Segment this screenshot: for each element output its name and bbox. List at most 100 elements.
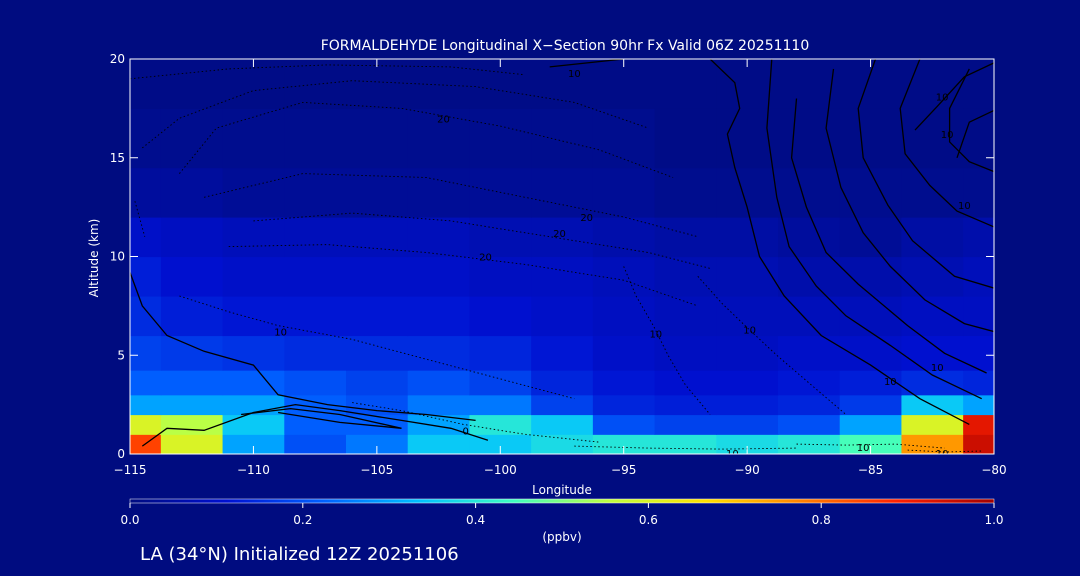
heatmap-cell [346, 335, 409, 371]
x-tick-label: −90 [734, 463, 759, 477]
heatmap-cell [284, 217, 347, 258]
heatmap-cell [346, 108, 409, 169]
contour-label: 10 [958, 201, 971, 212]
contour-label: 10 [649, 330, 662, 341]
x-tick-label: −105 [360, 463, 393, 477]
heatmap-cell [531, 394, 594, 416]
heatmap-cell [284, 434, 347, 454]
x-tick-label: −100 [484, 463, 517, 477]
heatmap-cell [130, 370, 162, 396]
heatmap-cell [716, 256, 779, 297]
contour-label: 10 [884, 377, 897, 388]
y-tick-label: 0 [117, 447, 125, 461]
heatmap-cell [531, 256, 594, 297]
heatmap-cell [592, 335, 656, 371]
contour-label: 20 [437, 114, 450, 125]
heatmap-cell [130, 414, 162, 435]
heatmap-cell [654, 296, 717, 337]
heatmap-cell [130, 256, 162, 297]
heatmap-cell [469, 370, 532, 396]
heatmap-cell [592, 256, 656, 297]
heatmap-cell [901, 296, 964, 337]
heatmap-cell [963, 59, 994, 109]
heatmap-cell [716, 370, 779, 396]
heatmap-cell [778, 394, 841, 416]
heatmap-cell [778, 167, 841, 218]
heatmap-cell [716, 217, 779, 258]
heatmap-cell [407, 256, 471, 297]
heatmap-cell [778, 108, 841, 169]
heatmap-cell [130, 108, 162, 169]
heatmap-cell [469, 394, 532, 416]
heatmap-cell [592, 394, 656, 416]
colorbar-tick-label: 0.8 [812, 513, 831, 527]
heatmap-cell [160, 296, 224, 337]
heatmap-cell [407, 434, 471, 454]
heatmap-cell [284, 414, 347, 435]
heatmap-cell [531, 296, 594, 337]
heatmap-cell [839, 217, 903, 258]
chart-root: FORMALDEHYDE Longitudinal X−Section 90hr… [0, 0, 1080, 576]
heatmap-cell [654, 217, 717, 258]
heatmap-cell [963, 335, 994, 371]
heatmap-cell [469, 414, 532, 435]
contour-label: 10 [274, 328, 287, 339]
colorbar-tick-label: 0.2 [293, 513, 312, 527]
heatmap-cell [592, 370, 656, 396]
y-tick-label: 20 [110, 52, 125, 66]
heatmap-cell [716, 394, 779, 416]
heatmap-cell [531, 59, 594, 109]
heatmap-cell [407, 370, 471, 396]
x-tick-label: −80 [981, 463, 1006, 477]
heatmap-cell [222, 217, 285, 258]
colorbar-unit-label: (ppbv) [542, 530, 581, 544]
heatmap-cell [654, 434, 717, 454]
contour-label: 20 [553, 229, 566, 240]
heatmap-cell [716, 414, 779, 435]
heatmap-cell [160, 394, 224, 416]
heatmap-cell [531, 167, 594, 218]
y-tick-label: 10 [110, 250, 125, 264]
heatmap-cell [284, 335, 347, 371]
heatmap-cell [130, 167, 162, 218]
colorbar-tick-label: 0.0 [120, 513, 139, 527]
heatmap-cell [654, 335, 717, 371]
heatmap-cell [130, 335, 162, 371]
heatmap-cell [160, 108, 224, 169]
heatmap-cell [839, 256, 903, 297]
heatmap-cell [963, 414, 994, 435]
heatmap-cell [284, 256, 347, 297]
heatmap-cell [130, 296, 162, 337]
heatmap-cell [469, 335, 532, 371]
heatmap-cell [222, 256, 285, 297]
heatmap-cell [592, 414, 656, 435]
init-caption: LA (34°N) Initialized 12Z 20251106 [140, 544, 459, 565]
heatmap-cell [346, 370, 409, 396]
contour-label: 10 [857, 443, 870, 454]
heatmap-cell [160, 167, 224, 218]
heatmap-cell [531, 335, 594, 371]
contour-label: 0 [463, 426, 469, 437]
heatmap-cell [531, 414, 594, 435]
heatmap-cell [284, 167, 347, 218]
heatmap-cell [531, 108, 594, 169]
contour-label: 10 [936, 93, 949, 104]
heatmap-cell [346, 167, 409, 218]
y-tick-label: 5 [117, 348, 125, 362]
contour-label: 10 [931, 363, 944, 374]
heatmap-cell [654, 167, 717, 218]
heatmap-cell [839, 296, 903, 337]
heatmap-cell [963, 256, 994, 297]
heatmap-cell [407, 296, 471, 337]
heatmap-cell [346, 296, 409, 337]
heatmap-cell [407, 335, 471, 371]
heatmap-cell [130, 59, 162, 109]
x-axis-label: Longitude [532, 483, 592, 497]
contour-label: 20 [479, 253, 492, 264]
colorbar-strip [129, 498, 995, 504]
contour-label: 10 [941, 130, 954, 141]
heatmap-cell [778, 370, 841, 396]
heatmap-cell [346, 217, 409, 258]
heatmap-cell [222, 167, 285, 218]
y-axis-label: Altitude (km) [87, 219, 101, 298]
